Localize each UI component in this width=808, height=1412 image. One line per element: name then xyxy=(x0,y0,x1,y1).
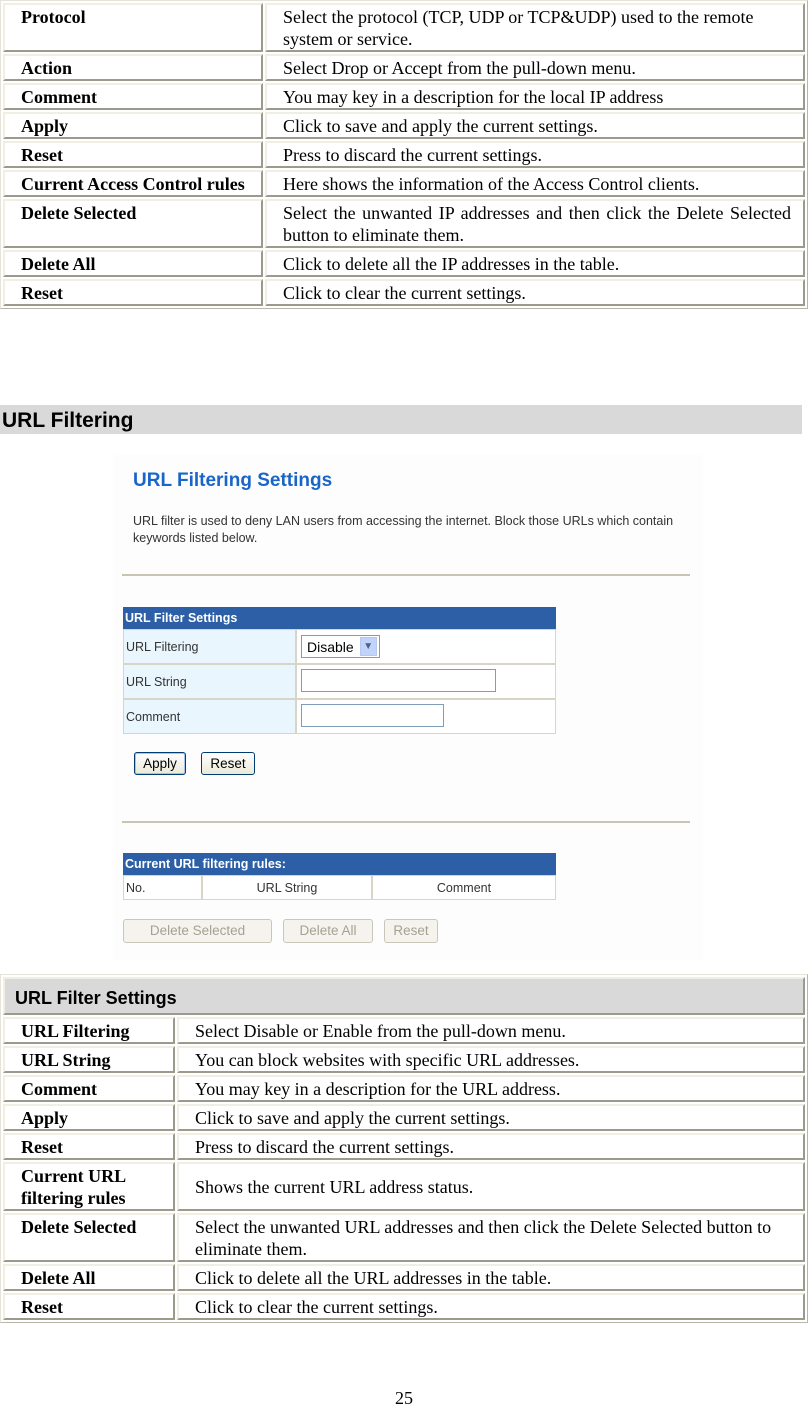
url-filter-description-table: URL Filter Settings URL Filtering Select … xyxy=(0,974,808,1323)
desc-cell: Select the unwanted IP addresses and the… xyxy=(265,199,805,248)
desc-cell: Click to save and apply the current sett… xyxy=(265,112,805,139)
delete-all-button[interactable]: Delete All xyxy=(283,919,373,943)
url-filtering-select[interactable]: Disable ▼ xyxy=(301,635,380,658)
term-cell: Reset xyxy=(3,279,263,306)
term-cell: Delete Selected xyxy=(3,199,263,248)
term-cell: Current URL filtering rules xyxy=(3,1162,175,1211)
rules-column-row: No. URL String Comment xyxy=(123,875,556,900)
divider xyxy=(122,821,690,823)
table-header: URL Filter Settings xyxy=(3,977,805,1015)
term-cell: Current Access Control rules xyxy=(3,170,263,197)
comment-input[interactable] xyxy=(301,703,444,727)
form-row: URL String xyxy=(123,664,556,699)
term-cell: Delete Selected xyxy=(3,1213,175,1262)
term-cell: Action xyxy=(3,54,263,81)
table-row: Comment You may key in a description for … xyxy=(3,1075,805,1102)
term-cell: Comment xyxy=(3,1075,175,1102)
comment-label: Comment xyxy=(123,699,296,734)
settings-description: URL filter is used to deny LAN users fro… xyxy=(133,514,674,545)
term-cell: Protocol xyxy=(3,3,263,52)
term-cell: URL Filtering xyxy=(3,1017,175,1044)
term-cell: Delete All xyxy=(3,250,263,277)
desc-cell: Press to discard the current settings. xyxy=(265,141,805,168)
table-row: Current Access Control rules Here shows t… xyxy=(3,170,805,197)
desc-cell: Select Disable or Enable from the pull-d… xyxy=(177,1017,805,1044)
url-filtering-selected-value: Disable xyxy=(307,638,354,655)
form-row: URL Filtering Disable ▼ xyxy=(123,629,556,664)
desc-cell: Click to delete all the IP addresses in … xyxy=(265,250,805,277)
term-cell: Apply xyxy=(3,1104,175,1131)
desc-cell: Click to clear the current settings. xyxy=(177,1293,805,1320)
column-header-url-string: URL String xyxy=(202,875,372,900)
term-cell: URL String xyxy=(3,1046,175,1073)
desc-cell: Click to clear the current settings. xyxy=(265,279,805,306)
url-filter-form: URL Filter Settings URL Filtering Disabl… xyxy=(123,607,556,734)
table-row: Apply Click to save and apply the current… xyxy=(3,1104,805,1131)
desc-cell: Select the protocol (TCP, UDP or TCP&UDP… xyxy=(265,3,805,52)
reset-button[interactable]: Reset xyxy=(201,752,255,775)
rules-header: Current URL filtering rules: xyxy=(123,853,556,875)
settings-title: URL Filtering Settings xyxy=(133,470,333,491)
term-cell: Reset xyxy=(3,141,263,168)
desc-cell: You can block websites with specific URL… xyxy=(177,1046,805,1073)
term-cell: Reset xyxy=(3,1293,175,1320)
desc-cell: Select the unwanted URL addresses and th… xyxy=(177,1213,805,1262)
url-filtering-label: URL Filtering xyxy=(123,629,296,664)
desc-cell: Shows the current URL address status. xyxy=(177,1162,805,1211)
term-cell: Reset xyxy=(3,1133,175,1160)
apply-button[interactable]: Apply xyxy=(134,752,186,775)
current-rules-table: Current URL filtering rules: No. URL Str… xyxy=(123,853,556,900)
delete-selected-button[interactable]: Delete Selected xyxy=(123,919,272,943)
access-control-description-table: Protocol Select the protocol (TCP, UDP or… xyxy=(0,0,808,309)
page-number: 25 xyxy=(395,1388,413,1408)
table-row: URL String You can block websites with sp… xyxy=(3,1046,805,1073)
url-string-input[interactable] xyxy=(301,668,496,692)
term-cell: Comment xyxy=(3,83,263,110)
column-header-comment: Comment xyxy=(372,875,556,900)
table-row: Apply Click to save and apply the current… xyxy=(3,112,805,139)
desc-cell: You may key in a description for the URL… xyxy=(177,1075,805,1102)
desc-cell: Here shows the information of the Access… xyxy=(265,170,805,197)
table-row: URL Filtering Select Disable or Enable fr… xyxy=(3,1017,805,1044)
term-cell: Apply xyxy=(3,112,263,139)
desc-cell: You may key in a description for the loc… xyxy=(265,83,805,110)
section-heading: URL Filtering xyxy=(0,405,802,434)
table-row: Reset Click to clear the current settings… xyxy=(3,1293,805,1320)
table-row: Current URL filtering rules Shows the cur… xyxy=(3,1162,805,1211)
form-header: URL Filter Settings xyxy=(123,607,556,629)
table-row: Reset Press to discard the current settin… xyxy=(3,1133,805,1160)
divider xyxy=(122,574,690,576)
rules-reset-button[interactable]: Reset xyxy=(384,919,438,943)
table-row: Protocol Select the protocol (TCP, UDP or… xyxy=(3,3,805,52)
column-header-no: No. xyxy=(123,875,202,900)
term-cell: Delete All xyxy=(3,1264,175,1291)
desc-cell: Click to save and apply the current sett… xyxy=(177,1104,805,1131)
table-row: Delete All Click to delete all the IP add… xyxy=(3,250,805,277)
desc-cell: Select Drop or Accept from the pull-down… xyxy=(265,54,805,81)
desc-cell: Press to discard the current settings. xyxy=(177,1133,805,1160)
url-string-label: URL String xyxy=(123,664,296,699)
table-row: Action Select Drop or Accept from the pul… xyxy=(3,54,805,81)
url-filtering-screenshot: URL Filtering Settings URL filter is use… xyxy=(113,455,703,960)
table-row: Delete All Click to delete all the URL ad… xyxy=(3,1264,805,1291)
table-row: Delete Selected Select the unwanted IP ad… xyxy=(3,199,805,248)
form-row: Comment xyxy=(123,699,556,734)
table-row: Delete Selected Select the unwanted URL a… xyxy=(3,1213,805,1262)
chevron-down-icon[interactable]: ▼ xyxy=(359,637,377,656)
table-row: Comment You may key in a description for … xyxy=(3,83,805,110)
desc-cell: Click to delete all the URL addresses in… xyxy=(177,1264,805,1291)
table-row: Reset Click to clear the current settings… xyxy=(3,279,805,306)
table-row: Reset Press to discard the current settin… xyxy=(3,141,805,168)
